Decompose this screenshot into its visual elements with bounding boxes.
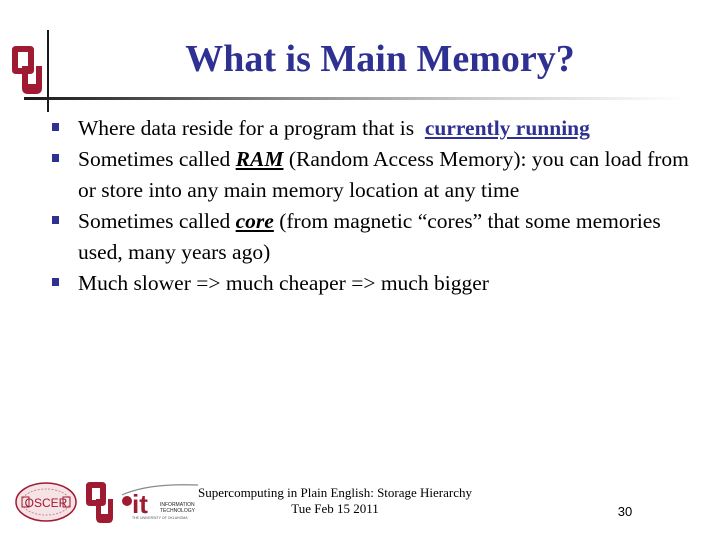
bullet-item: Much slower => much cheaper => much bigg… bbox=[52, 268, 692, 299]
bullet-list: Where data reside for a program that is … bbox=[52, 113, 692, 299]
ou-footer-logo-icon bbox=[86, 482, 113, 523]
core-emphasis: core bbox=[235, 209, 274, 233]
bullet-item: Where data reside for a program that is … bbox=[52, 113, 692, 144]
slide-title: What is Main Memory? bbox=[185, 38, 575, 80]
ram-emphasis: RAM bbox=[235, 147, 284, 171]
bullet-text: Sometimes called bbox=[78, 147, 236, 171]
bullet-item: Sometimes called RAM (Random Access Memo… bbox=[52, 144, 692, 206]
bullet-text: Much slower => much cheaper => much bigg… bbox=[78, 271, 489, 295]
footer-course-title: Supercomputing in Plain English: Storage… bbox=[197, 485, 473, 500]
currently-running-link[interactable]: currently running bbox=[425, 116, 590, 140]
it-logo-text: it bbox=[132, 489, 148, 519]
it-caption: THE UNIVERSITY OF OKLAHOMA bbox=[132, 516, 188, 520]
bullet-text: Where data reside for a program that is bbox=[78, 116, 425, 140]
slide: What is Main Memory? Where data reside f… bbox=[0, 0, 720, 540]
bullet-square-icon bbox=[52, 154, 59, 162]
oscer-logo-icon: OSCER bbox=[15, 482, 77, 522]
title-horizontal-rule bbox=[24, 97, 684, 100]
bullet-square-icon bbox=[52, 278, 59, 286]
oscer-logo-text: OSCER bbox=[25, 496, 68, 510]
footer-caption: Supercomputing in Plain English: Storage… bbox=[185, 485, 485, 517]
page-number: 30 bbox=[617, 504, 633, 519]
bullet-item: Sometimes called core (from magnetic “co… bbox=[52, 206, 692, 268]
bullet-square-icon bbox=[52, 216, 59, 224]
bullet-text: Sometimes called bbox=[78, 209, 236, 233]
bullet-square-icon bbox=[52, 123, 59, 131]
ou-logo-icon bbox=[12, 46, 42, 94]
footer-date: Tue Feb 15 2011 bbox=[291, 501, 379, 516]
